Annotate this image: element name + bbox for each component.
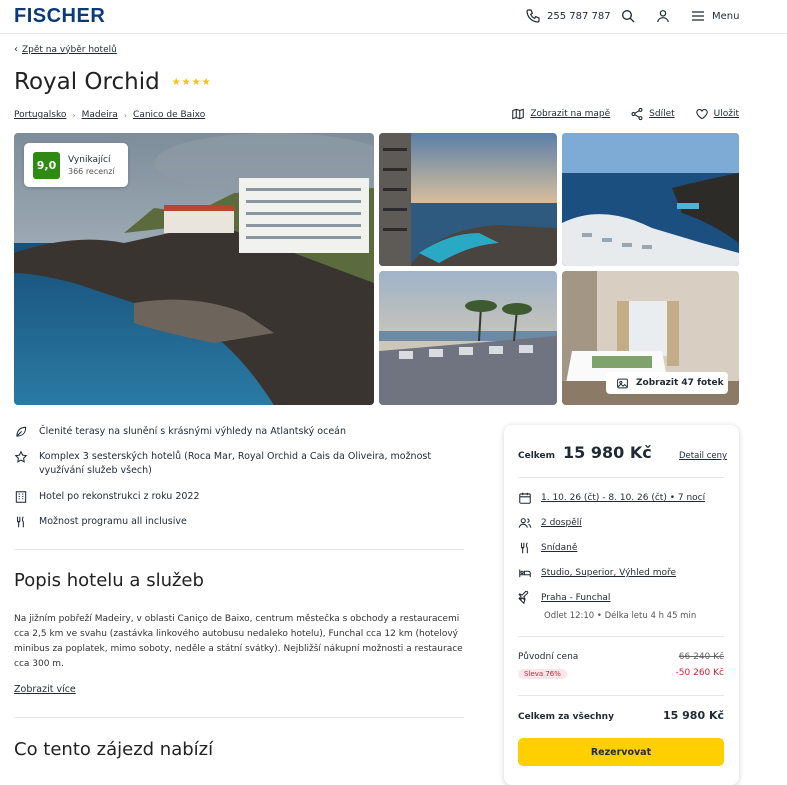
- feature-text: Komplex 3 sesterských hotelů (Roca Mar, …: [39, 451, 432, 476]
- feature-text: Možnost programu all inclusive: [39, 516, 187, 527]
- gallery-photo-terrace[interactable]: [379, 271, 557, 405]
- discount-badge: Sleva 76%: [518, 669, 567, 679]
- people-icon: [518, 518, 532, 528]
- total-all-price: 15 980 Kč: [663, 709, 724, 722]
- booking-card: Celkem 15 980 Kč Detail ceny 1. 10. 26 (…: [504, 425, 739, 785]
- show-all-photos-button[interactable]: Zobrazit 47 fotek: [606, 372, 728, 394]
- phone-icon: [526, 9, 540, 23]
- breadcrumb: Portugalsko › Madeira › Canico de Baixo: [14, 110, 205, 120]
- board-row[interactable]: Snídaně: [518, 541, 577, 555]
- show-photos-label: Zobrazit 47 fotek: [636, 378, 724, 388]
- review-count: 366 recenzí: [68, 166, 115, 176]
- phone-link[interactable]: 255 787 787: [525, 8, 611, 24]
- gallery-photo-aerial[interactable]: [562, 133, 739, 266]
- back-link[interactable]: ‹ Zpět na výběr hotelů: [14, 44, 117, 55]
- rating-badge: 9,0 Vynikající 366 recenzí: [24, 143, 128, 187]
- card-divider: [518, 636, 724, 637]
- persons-row[interactable]: 2 dospělí: [518, 516, 582, 530]
- bed-icon: [519, 569, 531, 578]
- original-price: 66 240 Kč: [678, 652, 724, 662]
- hotel-actions: Zobrazit na mapě Sdílet Uložit: [511, 107, 739, 121]
- total-label: Celkem: [518, 451, 556, 461]
- flight-info: Odlet 12:10 • Délka letu 4 h 45 min: [544, 611, 697, 621]
- star-rating-icon: ★★★★: [171, 76, 212, 88]
- total-price: 15 980 Kč: [563, 443, 652, 462]
- total-all-label: Celkem za všechny: [518, 712, 614, 722]
- price-detail-link[interactable]: Detail ceny: [679, 451, 727, 461]
- show-more-link[interactable]: Zobrazit více: [14, 684, 76, 695]
- description-heading: Popis hotelu a služeb: [14, 570, 204, 591]
- offer-heading: Co tento zájezd nabízí: [14, 739, 214, 760]
- calendar-icon: [519, 492, 531, 504]
- hotel-title: Royal Orchid ★★★★: [14, 69, 212, 95]
- save-label: Uložit: [713, 109, 739, 119]
- menu-label: Menu: [712, 10, 740, 22]
- gallery-photo-pool[interactable]: [379, 133, 557, 266]
- dates-text: 1. 10. 26 (čt) - 8. 10. 26 (čt) • 7 nocí: [541, 493, 706, 503]
- chevron-right-icon: ›: [72, 110, 76, 120]
- map-icon: [512, 108, 525, 120]
- feature-item: Hotel po rekonstrukci z roku 2022: [14, 490, 444, 504]
- rating-score: 9,0: [33, 151, 60, 179]
- search-button[interactable]: [620, 8, 636, 24]
- building-icon: [15, 491, 27, 503]
- room-text: Studio, Superior, Výhled moře: [541, 568, 677, 578]
- breadcrumb-region[interactable]: Madeira: [82, 110, 118, 120]
- feature-text: Hotel po rekonstrukci z roku 2022: [39, 491, 200, 502]
- flight-row[interactable]: Praha - Funchal: [518, 591, 610, 605]
- share-icon: [631, 107, 643, 121]
- flight-text: Praha - Funchal: [541, 593, 611, 603]
- section-divider: [14, 717, 464, 718]
- image-icon: [617, 378, 628, 388]
- cutlery-icon: [16, 516, 24, 528]
- share-label: Sdílet: [649, 109, 675, 119]
- card-divider: [518, 695, 724, 696]
- share-button[interactable]: Sdílet: [630, 107, 675, 121]
- board-text: Snídaně: [541, 543, 578, 553]
- room-row[interactable]: Studio, Superior, Výhled moře: [518, 566, 676, 580]
- dates-row[interactable]: 1. 10. 26 (čt) - 8. 10. 26 (čt) • 7 nocí: [518, 491, 705, 505]
- feature-item: Členité terasy na slunění s krásnými výh…: [14, 425, 444, 439]
- persons-text: 2 dospělí: [541, 518, 582, 528]
- menu-button[interactable]: Menu: [690, 8, 739, 24]
- chevron-right-icon: ›: [123, 110, 128, 120]
- card-divider: [518, 477, 724, 478]
- user-icon: [657, 10, 669, 23]
- save-button[interactable]: Uložit: [695, 107, 739, 121]
- star-icon: [14, 450, 28, 463]
- chevron-left-icon: ‹: [14, 44, 18, 55]
- cutlery-icon: [520, 542, 528, 554]
- total-price-row: Celkem 15 980 Kč: [518, 443, 652, 462]
- fischer-logo[interactable]: FISCHER: [14, 5, 105, 28]
- reserve-button[interactable]: Rezervovat: [518, 738, 724, 766]
- breadcrumb-location[interactable]: Canico de Baixo: [133, 110, 205, 120]
- search-icon: [622, 10, 635, 23]
- heart-icon: [695, 109, 708, 120]
- section-divider: [14, 549, 464, 550]
- hamburger-icon: [692, 11, 704, 21]
- phone-number: 255 787 787: [547, 10, 611, 22]
- description-text: Na jižním pobřeží Madeiry, v oblasti Can…: [14, 614, 463, 669]
- plane-icon: [518, 591, 529, 605]
- hotel-name: Royal Orchid: [14, 69, 160, 95]
- account-button[interactable]: [655, 8, 671, 24]
- show-map-button[interactable]: Zobrazit na mapě: [511, 107, 610, 121]
- rating-label: Vynikající: [68, 154, 111, 165]
- original-price-label: Původní cena: [518, 652, 579, 662]
- breadcrumb-country[interactable]: Portugalsko: [14, 110, 66, 120]
- leaf-icon: [16, 426, 27, 437]
- show-map-label: Zobrazit na mapě: [530, 109, 611, 119]
- feature-text: Členité terasy na slunění s krásnými výh…: [39, 426, 347, 437]
- feature-item: Komplex 3 sesterských hotelů (Roca Mar, …: [14, 450, 444, 478]
- feature-item: Možnost programu all inclusive: [14, 515, 444, 529]
- discount-amount: -50 260 Kč: [675, 668, 724, 678]
- top-header: FISCHER 255 787 787 Menu: [0, 0, 787, 34]
- back-label: Zpět na výběr hotelů: [22, 44, 117, 55]
